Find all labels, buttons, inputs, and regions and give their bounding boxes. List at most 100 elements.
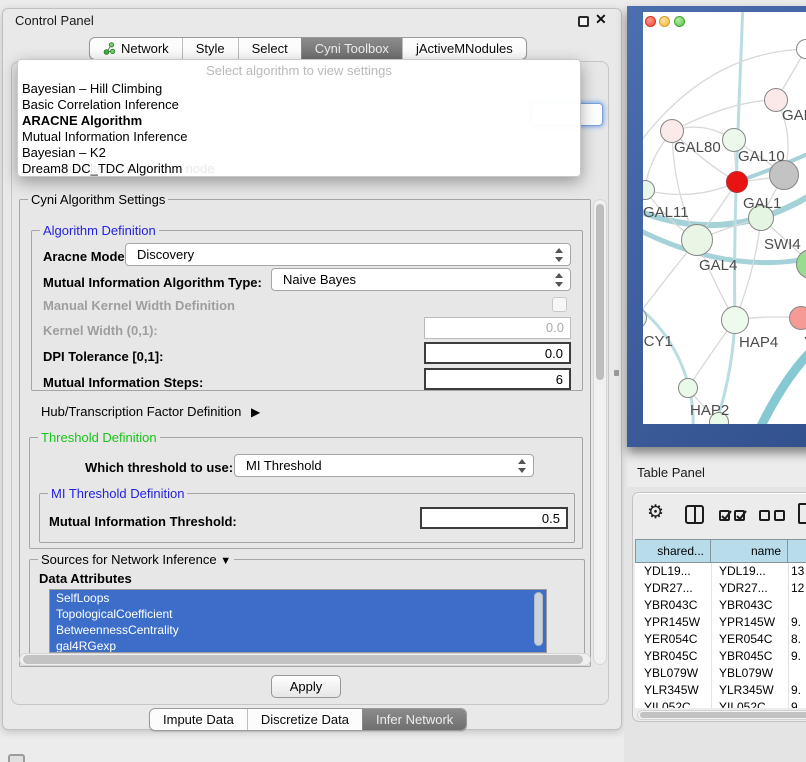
select-all-checkbox-icon[interactable]	[719, 510, 730, 521]
menu-item-basic-correlation[interactable]: Basic Correlation Inference	[22, 97, 576, 113]
network-icon	[103, 42, 116, 55]
mi-steps-label: Mutual Information Steps:	[43, 375, 203, 390]
scrollbar-thumb[interactable]	[596, 204, 604, 380]
table-row[interactable]: YBR043CYBR043C	[635, 597, 806, 614]
algorithm-definition-title: Algorithm Definition	[40, 223, 159, 238]
hub-definition-section[interactable]: Hub/Transcription Factor Definition ▶	[41, 404, 260, 419]
node-label: GAL80	[674, 139, 721, 156]
panel-splitter-handle[interactable]	[614, 370, 619, 376]
chevron-right-icon: ▶	[251, 405, 260, 419]
table-header: shared... name	[635, 539, 806, 563]
network-view-window: GAL GAL80 GAL10 GAL1 GAL11 SWI4 GAL4 GCY…	[627, 6, 806, 447]
settings-vertical-scrollbar[interactable]	[593, 199, 607, 665]
data-attributes-label: Data Attributes	[39, 571, 132, 586]
settings-horizontal-scrollbar[interactable]	[19, 653, 591, 666]
menu-item-bayesian-k2[interactable]: Bayesian – K2	[22, 145, 576, 161]
table-row[interactable]: YBL079WYBL079W	[635, 665, 806, 682]
spinner-arrows-icon	[555, 273, 564, 287]
mi-threshold-field[interactable]: 0.5	[420, 507, 568, 529]
scrollbar-thumb[interactable]	[23, 655, 583, 664]
threshold-definition-title: Threshold Definition	[38, 430, 160, 445]
table-body: YDL19...YDL19...13 YDR27...YDR27...12 YB…	[635, 563, 806, 708]
attribute-list-scrollbar[interactable]	[534, 592, 543, 646]
menu-item-mutual-information[interactable]: Mutual Information Inference	[22, 129, 576, 145]
scrollbar-thumb[interactable]	[640, 712, 806, 718]
node-label: GAL11	[643, 204, 689, 221]
node-label: HAP2	[690, 402, 729, 419]
select-all-checkbox-icon[interactable]	[734, 510, 745, 521]
unselect-checkbox-icon[interactable]	[774, 510, 785, 521]
tab-network[interactable]: Network	[90, 38, 182, 59]
network-node[interactable]	[681, 224, 713, 256]
which-threshold-label: Which threshold to use:	[85, 460, 233, 475]
tab-discretize-data[interactable]: Discretize Data	[247, 709, 362, 730]
mi-algorithm-type-label: Mutual Information Algorithm Type:	[43, 275, 262, 290]
table-row[interactable]: YLR345WYLR345W9.	[635, 682, 806, 699]
network-canvas[interactable]: GAL GAL80 GAL10 GAL1 GAL11 SWI4 GAL4 GCY…	[643, 12, 806, 424]
menu-item-aracne[interactable]: ARACNE Algorithm	[22, 113, 576, 129]
dpi-tolerance-field[interactable]: 0.0	[424, 342, 571, 364]
menu-item-dream8[interactable]: Dream8 DC_TDC Algorithm	[22, 161, 576, 177]
tab-network-label: Network	[121, 41, 169, 56]
kernel-width-field[interactable]: 0.0	[424, 317, 571, 339]
which-threshold-select[interactable]: MI Threshold	[234, 454, 534, 477]
tab-style[interactable]: Style	[182, 38, 238, 59]
bottom-tabbar: Impute Data Discretize Data Infer Networ…	[149, 708, 467, 731]
table-horizontal-scrollbar[interactable]	[637, 710, 806, 720]
list-item-betweennesscentrality[interactable]: BetweennessCentrality	[50, 622, 546, 638]
manual-kernel-width-checkbox[interactable]	[552, 297, 567, 312]
table-row[interactable]: YIL052CYIL052C9.	[635, 699, 806, 708]
kernel-width-label: Kernel Width (0,1):	[43, 323, 158, 338]
document-icon[interactable]	[798, 503, 806, 524]
mi-steps-field[interactable]: 6	[424, 368, 571, 390]
aracne-mode-label: Aracne Mode:	[43, 249, 129, 264]
column-header-shared[interactable]: shared...	[635, 539, 711, 563]
table-row[interactable]: YDL19...YDL19...13	[635, 563, 806, 580]
list-item-topologicalcoefficient[interactable]: TopologicalCoefficient	[50, 606, 546, 622]
node-label: GAL10	[738, 148, 785, 165]
list-item-selfloops[interactable]: SelfLoops	[50, 590, 546, 606]
node-label: GAL4	[699, 257, 737, 274]
spinner-arrows-icon	[555, 248, 564, 262]
apply-button[interactable]: Apply	[271, 675, 341, 698]
columns-icon[interactable]	[685, 505, 704, 524]
node-label: HAP4	[739, 334, 778, 351]
list-item-gal4rgexp[interactable]: gal4RGexp	[50, 638, 546, 653]
tab-impute-data[interactable]: Impute Data	[150, 709, 247, 730]
table-row[interactable]: YDR27...YDR27...12	[635, 580, 806, 597]
network-node[interactable]	[721, 306, 749, 334]
unselect-checkbox-icon[interactable]	[759, 510, 770, 521]
mi-algorithm-type-select[interactable]: Naive Bayes	[271, 268, 571, 291]
tab-infer-network[interactable]: Infer Network	[362, 709, 466, 730]
column-header-name[interactable]: name	[711, 539, 788, 563]
menu-item-bayesian-hill-climbing[interactable]: Bayesian – Hill Climbing	[22, 81, 576, 97]
table-panel-window: ⚙ shared... name YDL19...YDL19...13 YDR2…	[632, 492, 806, 722]
column-divider	[711, 563, 712, 708]
aracne-mode-select[interactable]: Discovery	[125, 243, 571, 266]
tab-select[interactable]: Select	[238, 38, 301, 59]
tab-cyni-toolbox[interactable]: Cyni Toolbox	[301, 38, 402, 59]
control-panel-tabbar: Network Style Select Cyni Toolbox jActiv…	[89, 37, 527, 60]
network-node-selected[interactable]	[726, 171, 748, 193]
gear-icon[interactable]: ⚙	[647, 501, 664, 524]
tab-jactivemnodules[interactable]: jActiveMNodules	[402, 38, 526, 59]
settings-group-title: Cyni Algorithm Settings	[28, 192, 168, 207]
manual-kernel-width-label: Manual Kernel Width Definition	[43, 298, 235, 313]
table-row[interactable]: YPR145WYPR145W9.	[635, 614, 806, 631]
network-node[interactable]	[678, 378, 698, 398]
panel-title: Control Panel	[15, 13, 94, 28]
table-row[interactable]: YBR045CYBR045C9.	[635, 648, 806, 665]
node-label: SWI4	[764, 236, 801, 253]
data-attributes-list: SelfLoops TopologicalCoefficient Between…	[49, 589, 547, 653]
mi-threshold-group-title: MI Threshold Definition	[48, 486, 187, 501]
column-header-extra[interactable]	[788, 539, 806, 563]
collapsed-panel-icon[interactable]	[8, 754, 25, 762]
close-icon[interactable]: ✕	[595, 11, 607, 28]
float-window-icon[interactable]	[578, 16, 589, 27]
algorithm-placeholder: Select algorithm to view settings	[18, 63, 580, 78]
node-label: GAL	[782, 107, 806, 124]
network-node[interactable]	[789, 306, 806, 330]
sources-group-title[interactable]: Sources for Network Inference ▼	[38, 552, 234, 567]
table-row[interactable]: YER054CYER054C8.	[635, 631, 806, 648]
node-label: GCY1	[643, 333, 673, 350]
